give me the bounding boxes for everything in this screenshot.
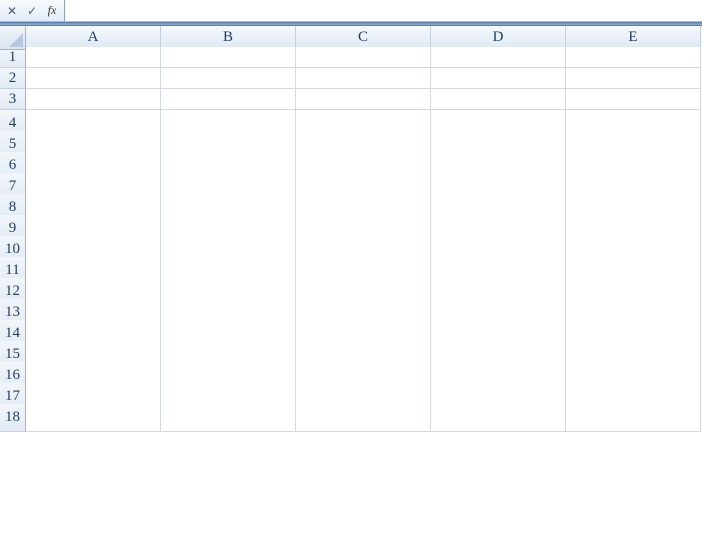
cell-B2[interactable]	[161, 68, 296, 89]
formula-input[interactable]	[65, 0, 702, 21]
formula-controls: ✕ ✓ fx	[0, 0, 65, 21]
cell-C2[interactable]	[296, 68, 431, 89]
cell-D3[interactable]	[431, 89, 566, 110]
cell-E18[interactable]	[566, 404, 701, 432]
cell-D1[interactable]	[431, 47, 566, 68]
cell-B18[interactable]	[161, 404, 296, 432]
cell-A2[interactable]	[26, 68, 161, 89]
cancel-icon[interactable]: ✕	[4, 3, 20, 19]
cell-B3[interactable]	[161, 89, 296, 110]
cell-D2[interactable]	[431, 68, 566, 89]
formula-bar: ✕ ✓ fx	[0, 0, 702, 22]
cell-E3[interactable]	[566, 89, 701, 110]
cell-A18[interactable]	[26, 404, 161, 432]
cell-A1[interactable]	[26, 47, 161, 68]
fx-icon[interactable]: fx	[44, 3, 60, 19]
row-header-3[interactable]: 3	[0, 89, 26, 110]
cell-C18[interactable]	[296, 404, 431, 432]
cell-A3[interactable]	[26, 89, 161, 110]
cell-D18[interactable]	[431, 404, 566, 432]
row-header-1[interactable]: 1	[0, 47, 26, 68]
row-header-2[interactable]: 2	[0, 68, 26, 89]
cell-B1[interactable]	[161, 47, 296, 68]
spreadsheet-grid: A B C D E 1 2 3 4 5 6 7 8	[0, 26, 702, 425]
cell-C3[interactable]	[296, 89, 431, 110]
row-header-18[interactable]: 18	[0, 404, 26, 432]
cell-E1[interactable]	[566, 47, 701, 68]
select-all-corner[interactable]	[0, 26, 26, 50]
cell-E2[interactable]	[566, 68, 701, 89]
cell-C1[interactable]	[296, 47, 431, 68]
confirm-icon[interactable]: ✓	[24, 3, 40, 19]
